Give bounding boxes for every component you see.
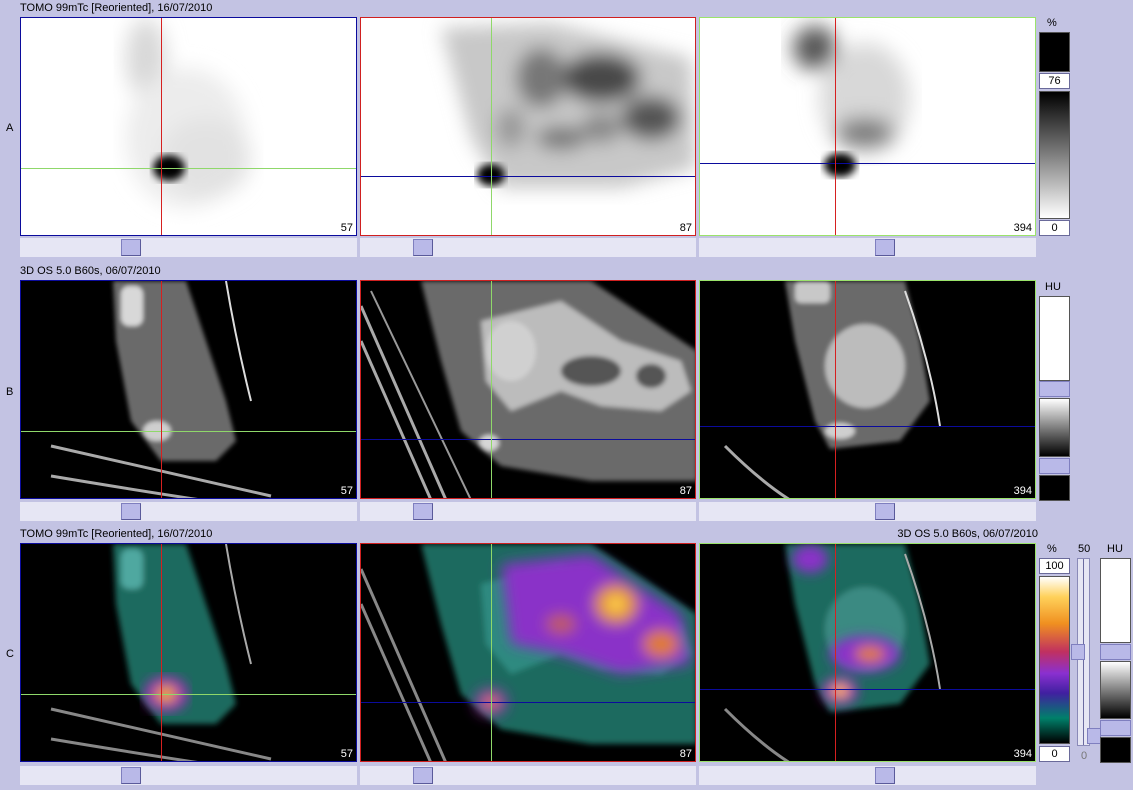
fusion-coronal-image (723, 544, 941, 761)
slider-thumb[interactable] (121, 767, 141, 784)
fusion-colorbar[interactable] (1039, 576, 1070, 744)
row-a-coronal-viewport[interactable]: 394 (699, 17, 1036, 236)
slider-thumb[interactable] (413, 503, 433, 520)
colorbar-max-value[interactable]: 76 (1039, 73, 1070, 89)
row-c-unit-hu: HU (1107, 543, 1123, 555)
slice-number: 87 (679, 222, 692, 234)
row-b-coronal-slider[interactable] (699, 502, 1036, 521)
blend-top-label: 50 (1078, 543, 1091, 555)
ct-sagittal-image (361, 281, 695, 498)
slice-number: 87 (679, 485, 692, 497)
blend-bottom-label: 0 (1081, 750, 1088, 762)
ct-window-black-block (1039, 475, 1070, 501)
slider-thumb[interactable] (875, 239, 895, 256)
row-a-coronal-slider[interactable] (699, 238, 1036, 257)
row-c-transverse-slider[interactable] (20, 766, 357, 785)
row-c-sagittal-viewport[interactable]: 87 (360, 543, 696, 762)
row-a-unit: % (1047, 17, 1057, 29)
row-c-transverse-viewport[interactable]: 57 (20, 543, 357, 762)
row-b-transverse-viewport[interactable]: 57 (20, 280, 357, 499)
blend-slider-thumb[interactable] (1087, 728, 1101, 744)
row-c-coronal-slider[interactable] (699, 766, 1036, 785)
grayscale-colorbar[interactable] (1039, 91, 1070, 219)
slider-thumb[interactable] (121, 239, 141, 256)
fusion-ct-black-block (1100, 737, 1131, 763)
row-b-sagittal-slider[interactable] (360, 502, 696, 521)
fusion-ct-upper-handle[interactable] (1100, 644, 1131, 660)
slider-thumb[interactable] (413, 767, 433, 784)
row-b-header: 3D OS 5.0 B60s, 06/07/2010 (20, 265, 161, 277)
ct-grayscale-colorbar[interactable] (1039, 398, 1070, 457)
row-c-sagittal-slider[interactable] (360, 766, 696, 785)
row-b-unit: HU (1045, 281, 1061, 293)
row-a-label: A (6, 122, 14, 134)
row-c-header-right: 3D OS 5.0 B60s, 06/07/2010 (897, 528, 1038, 540)
slice-number: 394 (1013, 222, 1032, 234)
fusion-colorbar-max[interactable]: 100 (1039, 558, 1070, 574)
slider-thumb[interactable] (413, 239, 433, 256)
slice-number: 394 (1013, 748, 1032, 760)
row-b-transverse-slider[interactable] (20, 502, 357, 521)
slice-number: 394 (1013, 485, 1032, 497)
ct-window-white-block (1039, 296, 1070, 381)
row-c-coronal-viewport[interactable]: 394 (699, 543, 1036, 762)
fusion-sagittal-image (361, 544, 695, 761)
row-a-sagittal-slider[interactable] (360, 238, 696, 257)
nm-coronal-image (793, 26, 910, 177)
row-c-label: C (6, 648, 14, 660)
fusion-transverse-image (50, 544, 272, 761)
fusion-slider-thumb[interactable] (1071, 644, 1085, 660)
nm-sagittal-image (441, 23, 695, 188)
slider-thumb[interactable] (875, 767, 895, 784)
fusion-ct-white-block (1100, 558, 1131, 643)
nm-transverse-image (126, 18, 251, 208)
colorbar-min-value[interactable]: 0 (1039, 220, 1070, 236)
row-b-sagittal-viewport[interactable]: 87 (360, 280, 696, 499)
row-a-sagittal-viewport[interactable]: 87 (360, 17, 696, 236)
fusion-ct-grayscale-colorbar[interactable] (1100, 661, 1131, 719)
fusion-ct-lower-handle[interactable] (1100, 720, 1131, 736)
row-a-transverse-slider[interactable] (20, 238, 357, 257)
row-c-header-left: TOMO 99mTc [Reoriented], 16/07/2010 (20, 528, 213, 540)
slider-thumb[interactable] (875, 503, 895, 520)
window-upper-handle[interactable] (1039, 381, 1070, 397)
row-b-label: B (6, 386, 14, 398)
row-b-coronal-viewport[interactable]: 394 (699, 280, 1036, 499)
ct-transverse-image (50, 281, 272, 498)
row-a-header: TOMO 99mTc [Reoriented], 16/07/2010 (20, 2, 213, 14)
fusion-colorbar-min[interactable]: 0 (1039, 746, 1070, 762)
row-c-unit-percent: % (1047, 543, 1057, 555)
slice-number: 87 (679, 748, 692, 760)
colorbar-saturation-block (1039, 32, 1070, 72)
slider-thumb[interactable] (121, 503, 141, 520)
ct-coronal-image (723, 281, 941, 498)
slice-number: 57 (340, 748, 353, 760)
row-a-transverse-viewport[interactable]: 57 (20, 17, 357, 236)
window-lower-handle[interactable] (1039, 458, 1070, 474)
slice-number: 57 (340, 485, 353, 497)
slice-number: 57 (340, 222, 353, 234)
